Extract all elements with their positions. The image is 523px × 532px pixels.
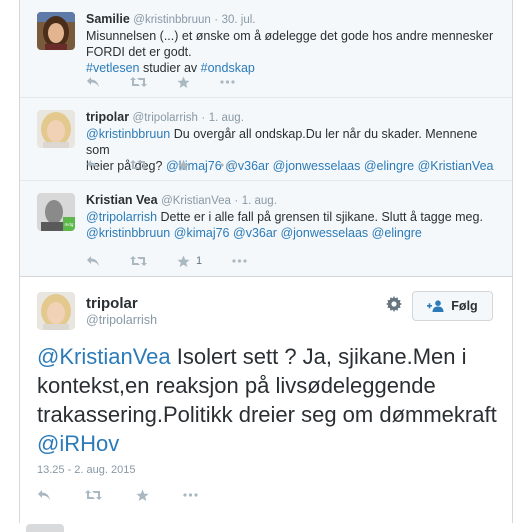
tweet-text-fragment: studier av bbox=[139, 61, 201, 75]
avatar[interactable] bbox=[37, 12, 75, 50]
tweet-actions: 1 bbox=[86, 254, 277, 268]
follow-person-icon bbox=[427, 300, 444, 312]
separator-dot: · bbox=[234, 195, 239, 207]
svg-text:mdg: mdg bbox=[65, 222, 74, 227]
retweet-icon[interactable] bbox=[85, 488, 102, 502]
tweet-conversation: Samilie @kristinbbruun · 30. jul. Misunn… bbox=[19, 0, 513, 523]
retweet-icon[interactable] bbox=[130, 75, 147, 89]
mention-link[interactable]: @KristianVea bbox=[37, 344, 171, 369]
user-handle[interactable]: @tripolarrish bbox=[86, 313, 157, 327]
retweet-icon[interactable] bbox=[130, 158, 147, 172]
favorite-icon[interactable] bbox=[136, 488, 149, 502]
thread-tweet[interactable]: mdg Kristian Vea @KristianVea · 1. aug. … bbox=[20, 181, 512, 277]
hashtag-link[interactable]: #vetlesen bbox=[86, 61, 140, 75]
tweet-body: Kristian Vea @KristianVea · 1. aug. @tri… bbox=[86, 192, 500, 241]
mention-link[interactable]: @jonwesselaas bbox=[273, 159, 361, 173]
hashtag-link[interactable]: #ondskap bbox=[201, 61, 255, 75]
tweet-text-line: FORDI det er godt. bbox=[86, 45, 192, 59]
user-handle[interactable]: @tripolarrish bbox=[133, 112, 198, 124]
separator-dot: · bbox=[214, 14, 219, 26]
display-name[interactable]: Samilie bbox=[86, 12, 130, 26]
mention-link[interactable]: @tripolarrish bbox=[86, 210, 157, 224]
favorite-icon[interactable] bbox=[177, 75, 190, 89]
avatar bbox=[26, 524, 64, 532]
mention-link[interactable]: @jonwesselaas bbox=[280, 226, 368, 240]
display-name[interactable]: tripolar bbox=[86, 110, 129, 124]
tweet-actions bbox=[86, 158, 265, 172]
tweet-text: @KristianVea Isolert sett ? Ja, sjikane.… bbox=[37, 342, 499, 458]
reply-icon[interactable] bbox=[86, 254, 100, 268]
avatar[interactable]: mdg bbox=[37, 193, 75, 231]
conversation-thread: Samilie @kristinbbruun · 30. jul. Misunn… bbox=[20, 0, 512, 277]
display-name[interactable]: tripolar bbox=[86, 295, 138, 312]
reply-icon[interactable] bbox=[37, 488, 51, 502]
gear-icon[interactable] bbox=[386, 296, 402, 312]
user-handle[interactable]: @kristinbbruun bbox=[133, 14, 211, 26]
retweet-icon[interactable] bbox=[130, 254, 147, 268]
mention-link[interactable]: @kristinbbruun bbox=[86, 127, 170, 141]
thread-tweet[interactable]: Samilie @kristinbbruun · 30. jul. Misunn… bbox=[20, 0, 512, 98]
follow-button[interactable]: Følg bbox=[412, 291, 493, 321]
mention-link[interactable]: @elingre bbox=[372, 226, 422, 240]
follow-label: Følg bbox=[451, 299, 478, 313]
favorite-count: 1 bbox=[196, 255, 203, 267]
mention-link[interactable]: @v36ar bbox=[233, 226, 277, 240]
favorite-icon[interactable]: 1 bbox=[177, 254, 202, 268]
more-icon[interactable] bbox=[232, 254, 247, 268]
tweet-timestamp[interactable]: 13.25 - 2. aug. 2015 bbox=[37, 464, 135, 476]
mention-link[interactable]: @iRHov bbox=[37, 431, 119, 456]
mention-link[interactable]: @kimaj76 bbox=[174, 226, 230, 240]
tweet-actions bbox=[37, 488, 232, 502]
tweet-time[interactable]: 1. aug. bbox=[209, 112, 244, 124]
tweet-time[interactable]: 1. aug. bbox=[242, 195, 277, 207]
mention-link[interactable]: @KristianVea bbox=[418, 159, 494, 173]
more-icon[interactable] bbox=[220, 75, 235, 89]
tweet-time[interactable]: 30. jul. bbox=[222, 14, 256, 26]
more-icon[interactable] bbox=[183, 488, 198, 502]
mention-link[interactable]: @kristinbbruun bbox=[86, 226, 170, 240]
separator-dot: · bbox=[201, 112, 206, 124]
thread-tweet[interactable]: tripolar @tripolarrish · 1. aug. @kristi… bbox=[20, 98, 512, 181]
mention-link[interactable]: @elingre bbox=[364, 159, 414, 173]
avatar[interactable] bbox=[37, 110, 75, 148]
avatar[interactable] bbox=[37, 292, 75, 330]
tweet-actions bbox=[86, 75, 265, 89]
favorite-icon[interactable] bbox=[177, 158, 190, 172]
tweet-text-fragment: Dette er i alle fall på grensen til sjik… bbox=[157, 210, 483, 224]
tweet-text: @tripolarrish Dette er i alle fall på gr… bbox=[86, 209, 500, 241]
tweet-body: Samilie @kristinbbruun · 30. jul. Misunn… bbox=[86, 11, 500, 76]
reply-icon[interactable] bbox=[86, 158, 100, 172]
user-handle[interactable]: @KristianVea bbox=[161, 195, 231, 207]
more-icon[interactable] bbox=[220, 158, 235, 172]
reply-icon[interactable] bbox=[86, 75, 100, 89]
tweet-text-line: Misunnelsen (...) et ønske om å ødelegge… bbox=[86, 29, 494, 43]
main-tweet: tripolar @tripolarrish Følg @KristianVea… bbox=[20, 277, 512, 523]
tweet-text: Misunnelsen (...) et ønske om å ødelegge… bbox=[86, 28, 500, 76]
display-name[interactable]: Kristian Vea bbox=[86, 193, 158, 207]
